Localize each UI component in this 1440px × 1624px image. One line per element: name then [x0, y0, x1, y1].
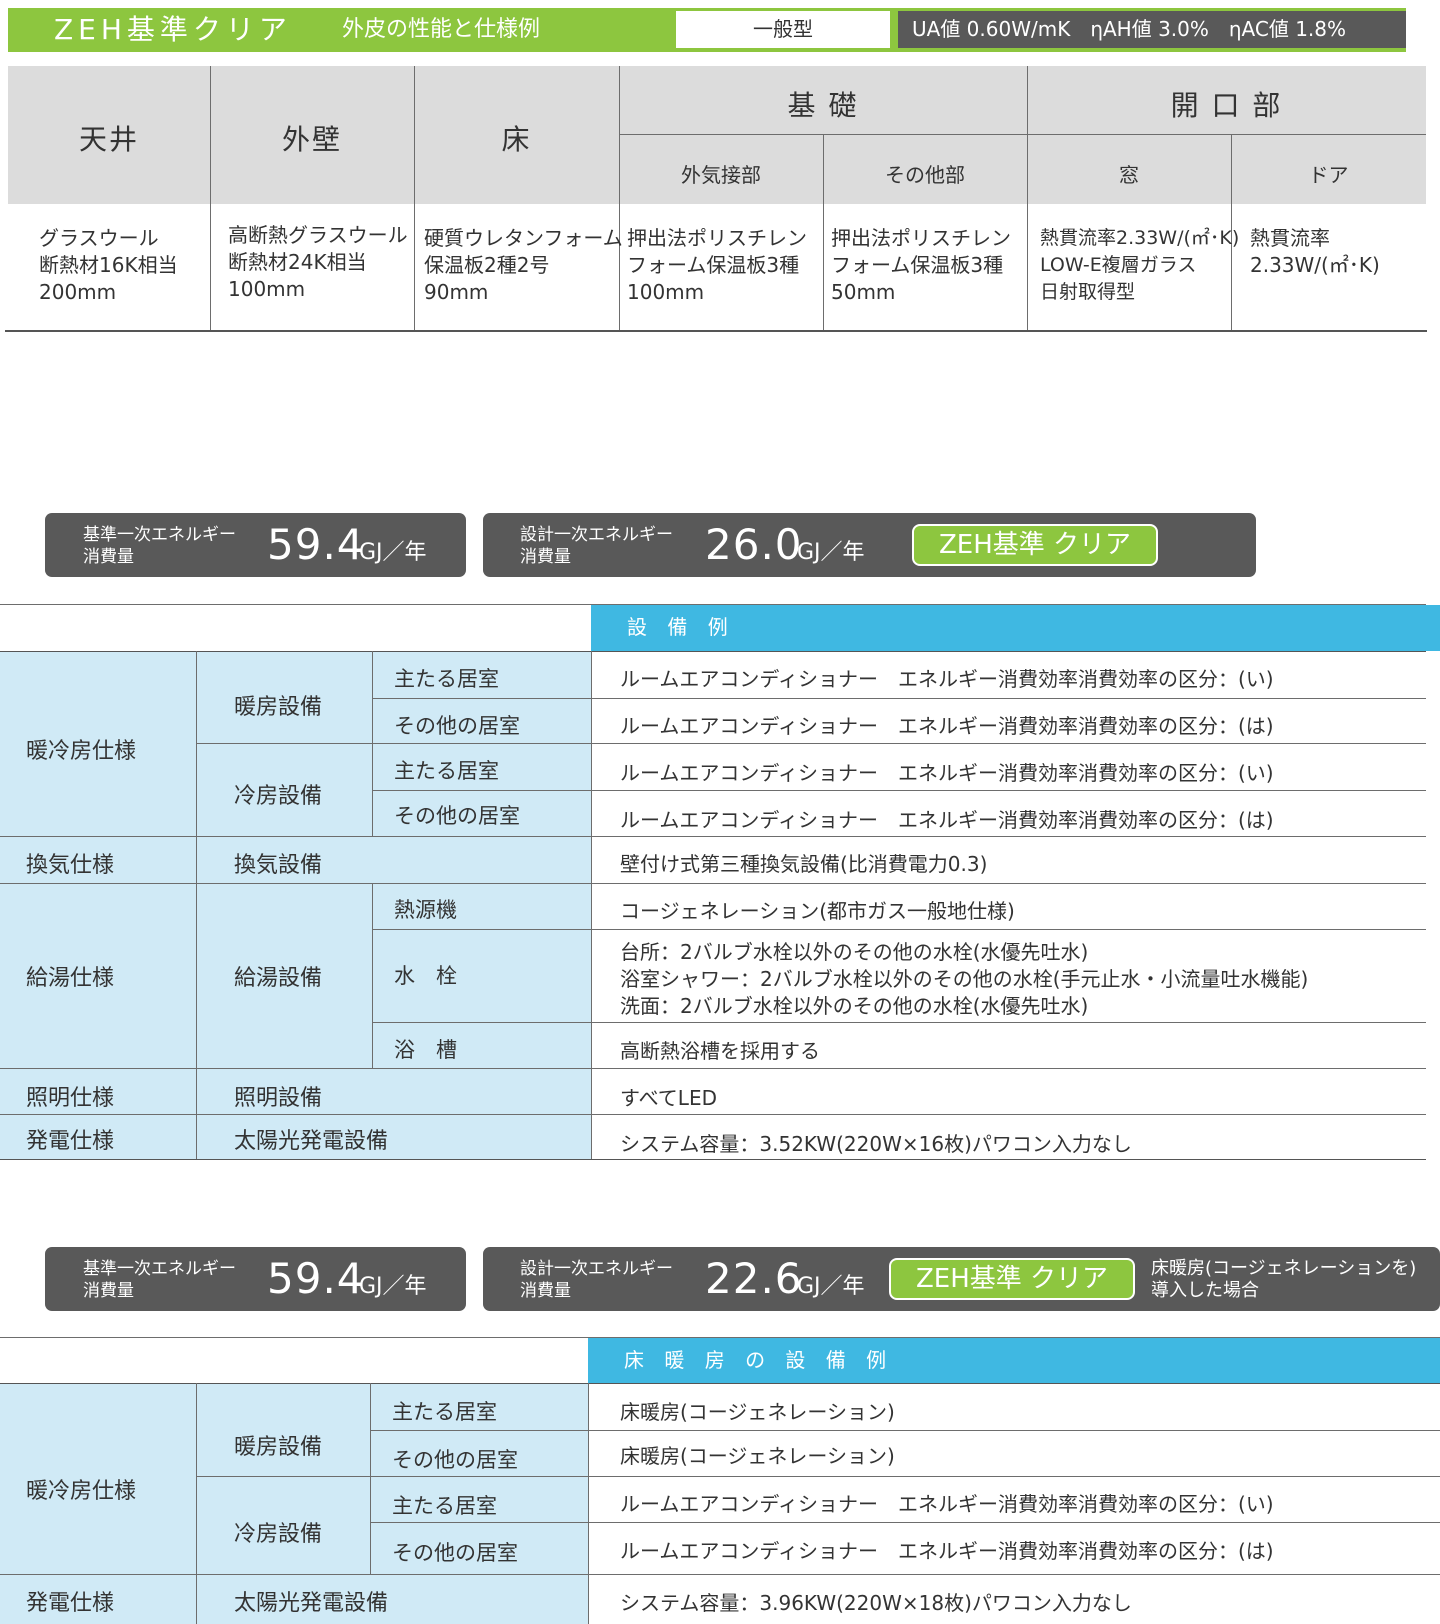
design-energy-label: 設計一次エネルギー 消費量: [520, 525, 673, 567]
standard-energy-pill-1: 基準一次エネルギー 消費量 59.4 GJ／年: [45, 513, 466, 577]
other-room-label: その他の居室: [392, 1448, 518, 1472]
main-room-label: 主たる居室: [394, 759, 499, 783]
category-power: 発電仕様: [26, 1129, 115, 1154]
category-lighting: 照明仕様: [26, 1086, 115, 1111]
lighting-equipment: 照明設備: [234, 1086, 323, 1111]
cool-other-spec: ルームエアコンディショナー エネルギー消費効率消費効率の区分：(は): [620, 1539, 1274, 1563]
design-energy-value: 22.6: [705, 1254, 803, 1303]
bathtub-label: 浴 槽: [394, 1038, 457, 1062]
faucet-label: 水 栓: [394, 964, 457, 988]
solar-spec: システム容量：3.52KW(220W×16枚)パワコン入力なし: [620, 1132, 1132, 1156]
standard-energy-label: 基準一次エネルギー 消費量: [83, 525, 236, 567]
design-energy-unit: GJ／年: [797, 540, 865, 565]
standard-energy-unit: GJ／年: [359, 1274, 427, 1299]
heating-equipment: 暖房設備: [234, 1435, 323, 1460]
window-spec: 熱貫流率2.33W/(㎡･K) LOW-E複層ガラス 日射取得型: [1040, 227, 1240, 303]
cooling-equipment: 冷房設備: [234, 784, 323, 809]
floor-spec: 硬質ウレタンフォーム 保温板2種2号 90mm: [424, 226, 623, 304]
heating-equipment: 暖房設備: [234, 695, 323, 720]
heat-source-spec: コージェネレーション(都市ガス一般地仕様): [620, 899, 1015, 923]
header-foundation-other: その他部: [885, 163, 965, 187]
header-window: 窓: [1119, 163, 1139, 187]
header-wall: 外壁: [281, 123, 342, 156]
design-energy-pill-2: 設計一次エネルギー 消費量 22.6 GJ／年 ZEH基準 クリア 床暖房(コージ…: [483, 1247, 1440, 1311]
lighting-spec: すべてLED: [620, 1086, 717, 1110]
header-title: ZEH基準クリア: [54, 13, 292, 46]
ceiling-spec: グラスウール 断熱材16K相当 200mm: [39, 226, 178, 304]
hot-water-equipment: 給湯設備: [234, 966, 323, 991]
header-floor: 床: [501, 123, 532, 156]
equipment-band-1: 設 備 例: [591, 605, 1440, 651]
header-foundation: 基 礎: [787, 89, 859, 122]
category-hvac: 暖冷房仕様: [26, 739, 137, 764]
header-opening: 開 口 部: [1170, 89, 1283, 122]
header-bar: ZEH基準クリア 外皮の性能と仕様例 一般型 UA値 0.60W/mK ηAH値…: [8, 8, 1406, 52]
standard-energy-value: 59.4: [267, 520, 365, 569]
door-spec: 熱貫流率 2.33W/(㎡･K): [1250, 226, 1380, 277]
other-room-label: その他の居室: [394, 714, 520, 738]
design-energy-pill-1: 設計一次エネルギー 消費量 26.0 GJ／年 ZEH基準 クリア: [483, 513, 1256, 577]
cool-main-spec: ルームエアコンディショナー エネルギー消費効率消費効率の区分：(い): [620, 1492, 1274, 1516]
design-energy-value: 26.0: [705, 520, 803, 569]
standard-energy-value: 59.4: [267, 1254, 365, 1303]
heat-source-label: 熱源機: [394, 898, 457, 922]
category-hvac: 暖冷房仕様: [26, 1479, 137, 1504]
ventilation-equipment: 換気設備: [234, 853, 323, 878]
header-ceiling: 天井: [78, 123, 139, 156]
solar-equipment: 太陽光発電設備: [234, 1129, 389, 1154]
floor-heating-note: 床暖房(コージェネレーションを) 導入した場合: [1151, 1258, 1417, 1301]
wall-spec: 高断熱グラスウール 断熱材24K相当 100mm: [228, 223, 408, 301]
other-room-label: その他の居室: [394, 804, 520, 828]
header-foundation-outside: 外気接部: [681, 163, 761, 187]
faucet-spec: 台所：2バルブ水栓以外のその他の水栓(水優先吐水) 浴室シャワー：2バルブ水栓以…: [620, 940, 1309, 1018]
header-subtitle: 外皮の性能と仕様例: [342, 17, 541, 42]
heat-other-spec: ルームエアコンディショナー エネルギー消費効率消費効率の区分：(は): [620, 714, 1274, 738]
foundation-outside-spec: 押出法ポリスチレン フォーム保温板3種 100mm: [627, 226, 807, 304]
zeh-clear-badge: ZEH基準 クリア: [889, 1258, 1135, 1300]
cool-other-spec: ルームエアコンディショナー エネルギー消費効率消費効率の区分：(は): [620, 808, 1274, 832]
heat-other-spec: 床暖房(コージェネレーション): [620, 1444, 895, 1468]
ventilation-spec: 壁付け式第三種換気設備(比消費電力0.3): [620, 852, 988, 876]
category-power: 発電仕様: [26, 1591, 115, 1616]
main-room-label: 主たる居室: [392, 1494, 497, 1518]
design-energy-label: 設計一次エネルギー 消費量: [520, 1259, 673, 1301]
zeh-clear-badge: ZEH基準 クリア: [912, 524, 1158, 566]
standard-energy-pill-2: 基準一次エネルギー 消費量 59.4 GJ／年: [45, 1247, 466, 1311]
house-type-badge: 一般型: [676, 11, 890, 48]
other-room-label: その他の居室: [392, 1541, 518, 1565]
foundation-other-spec: 押出法ポリスチレン フォーム保温板3種 50mm: [831, 226, 1011, 304]
bathtub-spec: 高断熱浴槽を採用する: [620, 1039, 820, 1063]
heat-main-spec: 床暖房(コージェネレーション): [620, 1400, 895, 1424]
standard-energy-label: 基準一次エネルギー 消費量: [83, 1259, 236, 1301]
header-door: ドア: [1308, 163, 1349, 187]
main-room-label: 主たる居室: [394, 667, 499, 691]
solar-spec: システム容量：3.96KW(220W×18枚)パワコン入力なし: [620, 1591, 1132, 1615]
standard-energy-unit: GJ／年: [359, 540, 427, 565]
solar-equipment: 太陽光発電設備: [234, 1591, 389, 1616]
category-hot-water: 給湯仕様: [26, 966, 115, 991]
cooling-equipment: 冷房設備: [234, 1522, 323, 1547]
performance-values: UA値 0.60W/mK ηAH値 3.0% ηAC値 1.8%: [898, 11, 1406, 48]
main-room-label: 主たる居室: [392, 1400, 497, 1424]
category-ventilation: 換気仕様: [26, 853, 115, 878]
cool-main-spec: ルームエアコンディショナー エネルギー消費効率消費効率の区分：(い): [620, 761, 1274, 785]
heat-main-spec: ルームエアコンディショナー エネルギー消費効率消費効率の区分：(い): [620, 667, 1274, 691]
equipment-band-2: 床 暖 房 の 設 備 例: [588, 1338, 1440, 1383]
design-energy-unit: GJ／年: [797, 1274, 865, 1299]
